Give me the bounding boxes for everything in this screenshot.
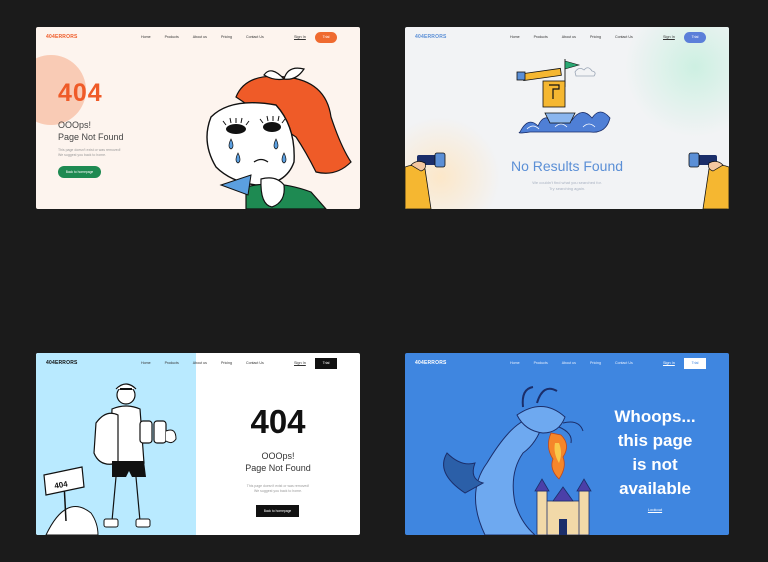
nav-links: Home Products About us Pricing Contact U… xyxy=(141,361,264,365)
no-results-card: 404ERRORS Home Products About us Pricing… xyxy=(405,27,729,209)
description: This page doesn't exist or was removed! … xyxy=(58,148,148,158)
nav-link-products[interactable]: Products xyxy=(534,361,548,365)
title-line-1: OOOps! xyxy=(261,451,295,461)
nav-link-products[interactable]: Products xyxy=(534,35,548,39)
back-home-button[interactable]: Back to homepage xyxy=(58,166,101,178)
sign-in-link[interactable]: Sign In xyxy=(663,35,675,39)
nav-link-home[interactable]: Home xyxy=(510,35,520,39)
title-line-2: this page xyxy=(617,431,693,450)
sign-in-link[interactable]: Sign In xyxy=(663,361,675,365)
description: This page doesn't exist or was removed! … xyxy=(196,484,360,494)
nav-link-about[interactable]: About us xyxy=(193,361,207,365)
nav-link-home[interactable]: Home xyxy=(510,361,520,365)
nav-bar: 404ERRORS Home Products About us Pricing… xyxy=(405,353,729,375)
nav-link-pricing[interactable]: Pricing xyxy=(221,361,232,365)
title-line-2: Page Not Found xyxy=(58,132,124,142)
error-page-card-sign: 404 404ERRORS Home Products About us Pri… xyxy=(36,353,360,535)
title-line-1: OOOps! xyxy=(58,120,92,130)
nav-link-pricing[interactable]: Pricing xyxy=(221,35,232,39)
nav-link-pricing[interactable]: Pricing xyxy=(590,361,601,365)
description-line-2: Try searching again. xyxy=(548,186,586,191)
explorer-illustration: 404 xyxy=(43,383,177,535)
error-page-card-orange: 404ERRORS Home Products About us Pricing… xyxy=(36,27,360,209)
title-line-3: is not xyxy=(632,455,678,474)
nav-links: Home Products About us Pricing Contact U… xyxy=(141,35,264,39)
sign-in-link[interactable]: Sign In xyxy=(294,35,306,39)
nav-link-pricing[interactable]: Pricing xyxy=(590,35,601,39)
dragon-error-card: 404ERRORS Home Products About us Pricing… xyxy=(405,353,729,535)
title-line-2: Page Not Found xyxy=(245,463,311,473)
nav-link-products[interactable]: Products xyxy=(165,361,179,365)
title-line-1: Whoops... xyxy=(614,407,696,426)
description: We couldn't find what you searched for. … xyxy=(505,180,629,192)
page-title: OOOps! Page Not Found xyxy=(196,450,360,474)
trial-button[interactable]: Trial xyxy=(684,32,706,43)
nav-links: Home Products About us Pricing Contact U… xyxy=(510,361,633,365)
trial-button[interactable]: Trial xyxy=(315,358,337,369)
description-line-2: We suggest you back to home. xyxy=(254,489,302,493)
lookout-link[interactable]: Lookout xyxy=(595,507,715,512)
sign-in-link[interactable]: Sign In xyxy=(294,361,306,365)
nav-link-products[interactable]: Products xyxy=(165,35,179,39)
description-line-2: We suggest you back to home. xyxy=(58,153,106,157)
telescope-boat-illustration xyxy=(516,59,611,134)
nav-link-home[interactable]: Home xyxy=(141,35,151,39)
nav-bar: 404ERRORS Home Products About us Pricing… xyxy=(36,353,360,375)
nav-link-home[interactable]: Home xyxy=(141,361,151,365)
nav-link-contact[interactable]: Contact Us xyxy=(246,35,264,39)
back-home-button[interactable]: Back to homepage xyxy=(256,505,299,517)
title-line-4: available xyxy=(619,479,691,498)
logo[interactable]: 404ERRORS xyxy=(46,360,78,366)
error-code: 404 xyxy=(58,79,103,107)
illustration-panel: 404 xyxy=(36,353,196,535)
nav-link-contact[interactable]: Contact Us xyxy=(615,361,633,365)
nav-link-about[interactable]: About us xyxy=(193,35,207,39)
logo[interactable]: 404ERRORS xyxy=(415,34,447,40)
logo[interactable]: 404ERRORS xyxy=(415,360,447,366)
nav-bar: 404ERRORS Home Products About us Pricing… xyxy=(36,27,360,49)
nav-link-contact[interactable]: Contact Us xyxy=(615,35,633,39)
nav-link-contact[interactable]: Contact Us xyxy=(246,361,264,365)
nav-link-about[interactable]: About us xyxy=(562,361,576,365)
nav-links: Home Products About us Pricing Contact U… xyxy=(510,35,633,39)
error-code: 404 xyxy=(250,403,306,440)
logo[interactable]: 404ERRORS xyxy=(46,34,78,40)
nav-link-about[interactable]: About us xyxy=(562,35,576,39)
nav-bar: 404ERRORS Home Products About us Pricing… xyxy=(405,27,729,49)
page-title: Whoops... this page is not available xyxy=(595,405,715,501)
trial-button[interactable]: Trial xyxy=(315,32,337,43)
trial-button[interactable]: Trial xyxy=(684,358,706,369)
page-title: OOOps! Page Not Found xyxy=(58,119,148,143)
page-title: No Results Found xyxy=(510,158,624,174)
crying-girl-illustration xyxy=(206,67,352,209)
dragon-illustration xyxy=(443,386,592,535)
